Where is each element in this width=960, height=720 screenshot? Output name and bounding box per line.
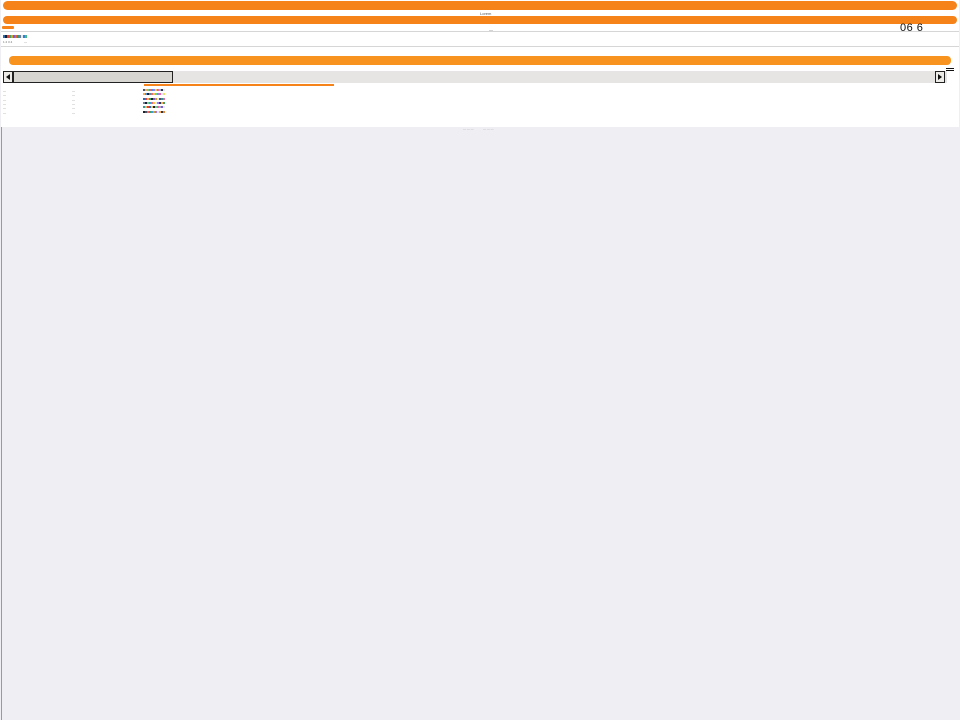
row-color-strip — [143, 97, 165, 100]
toolbar-label-left: 1 2 3 4 — [3, 40, 13, 44]
row-value: — — [72, 110, 75, 115]
top-header-bar — [3, 1, 957, 10]
divider — [1, 46, 959, 47]
scroll-left-button[interactable] — [3, 71, 13, 83]
color-swatch[interactable] — [25, 35, 27, 38]
footer-left-text: — — — — [463, 127, 474, 131]
row-color-strip — [143, 106, 165, 109]
color-cell — [163, 110, 165, 113]
divider — [1, 31, 959, 32]
row-color-strip — [143, 101, 165, 104]
color-cell — [163, 97, 165, 100]
left-arrow-icon — [6, 74, 10, 80]
progress-bar — [144, 84, 334, 86]
menu-icon[interactable] — [946, 68, 954, 72]
section-banner — [9, 56, 951, 65]
color-cell — [163, 89, 165, 91]
right-arrow-icon — [938, 74, 942, 80]
color-cell — [163, 101, 165, 104]
corner-value: 06 6 — [900, 22, 924, 34]
footer-right-text: — — — — [483, 127, 494, 131]
secondary-header-bar — [3, 16, 957, 24]
small-tab[interactable] — [2, 26, 14, 29]
color-swatch-row[interactable] — [3, 35, 27, 38]
row-color-strip — [143, 89, 165, 91]
row-color-strip — [143, 110, 165, 113]
row-color-strip — [143, 93, 165, 96]
color-cell — [163, 93, 165, 96]
toolbar-label-right: — — [24, 40, 27, 44]
scroll-right-button[interactable] — [935, 71, 945, 83]
color-cell — [163, 106, 165, 109]
scrollbar-thumb[interactable] — [13, 71, 173, 83]
row-label: — — [3, 110, 6, 115]
